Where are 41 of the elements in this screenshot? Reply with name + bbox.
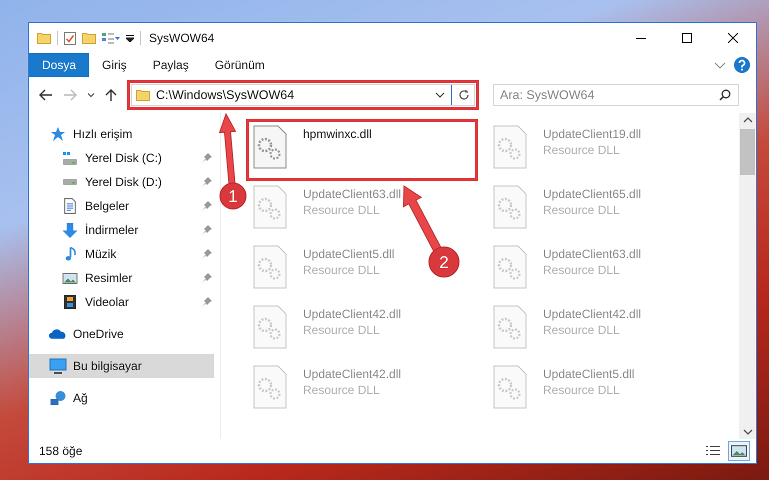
step-number-badge: 1: [220, 182, 246, 210]
file-name: UpdateClient42.dll: [303, 367, 402, 381]
nav-item[interactable]: İndirmeler: [29, 218, 214, 242]
nav-item[interactable]: Müzik: [29, 242, 214, 266]
file-type: Resource DLL: [543, 323, 621, 337]
nav-item[interactable]: Hızlı erişim: [29, 122, 214, 146]
nav-item[interactable]: Videolar: [29, 290, 214, 314]
file-menu-tab[interactable]: Dosya: [29, 53, 90, 77]
file-name: UpdateClient42.dll: [543, 307, 642, 321]
file-type: Resource DLL: [543, 143, 621, 157]
file-name: hpmwinxc.dll: [303, 127, 372, 141]
file-type: Resource DLL: [303, 263, 381, 277]
file-name: UpdateClient65.dll: [543, 187, 642, 201]
file-item[interactable]: hpmwinxc.dll: [249, 122, 475, 178]
step-number-badge: 2: [428, 246, 460, 278]
file-name: UpdateClient19.dll: [543, 127, 642, 141]
nav-item[interactable]: Resimler: [29, 266, 214, 290]
address-path: C:\Windows\SysWOW64: [156, 88, 296, 102]
file-name: UpdateClient5.dll: [303, 247, 394, 261]
nav-item[interactable]: Yerel Disk (D:): [29, 170, 214, 194]
nav-item[interactable]: Yerel Disk (C:): [29, 146, 214, 170]
file-name: UpdateClient63.dll: [303, 187, 402, 201]
search-field[interactable]: Ara: SysWOW64: [493, 84, 739, 106]
file-type: Resource DLL: [303, 383, 381, 397]
item-count: 158 öğe: [39, 444, 82, 458]
nav-item[interactable]: Belgeler: [29, 194, 214, 218]
file-type: Resource DLL: [303, 323, 381, 337]
ribbon-tab[interactable]: Paylaş: [140, 53, 202, 77]
file-type: Resource DLL: [543, 263, 621, 277]
nav-item[interactable]: Ağ: [29, 386, 214, 410]
window-title: SysWOW64: [149, 31, 214, 45]
ribbon-tab[interactable]: Görünüm: [202, 53, 278, 77]
file-type: Resource DLL: [303, 203, 381, 217]
file-name: UpdateClient63.dll: [543, 247, 642, 261]
nav-item[interactable]: Bu bilgisayar: [29, 354, 214, 378]
file-type: Resource DLL: [543, 203, 621, 217]
nav-item[interactable]: OneDrive: [29, 322, 214, 346]
file-name: UpdateClient5.dll: [543, 367, 634, 381]
file-name: UpdateClient42.dll: [303, 307, 402, 321]
file-type: Resource DLL: [543, 383, 621, 397]
ribbon-tab[interactable]: Giriş: [89, 53, 140, 77]
